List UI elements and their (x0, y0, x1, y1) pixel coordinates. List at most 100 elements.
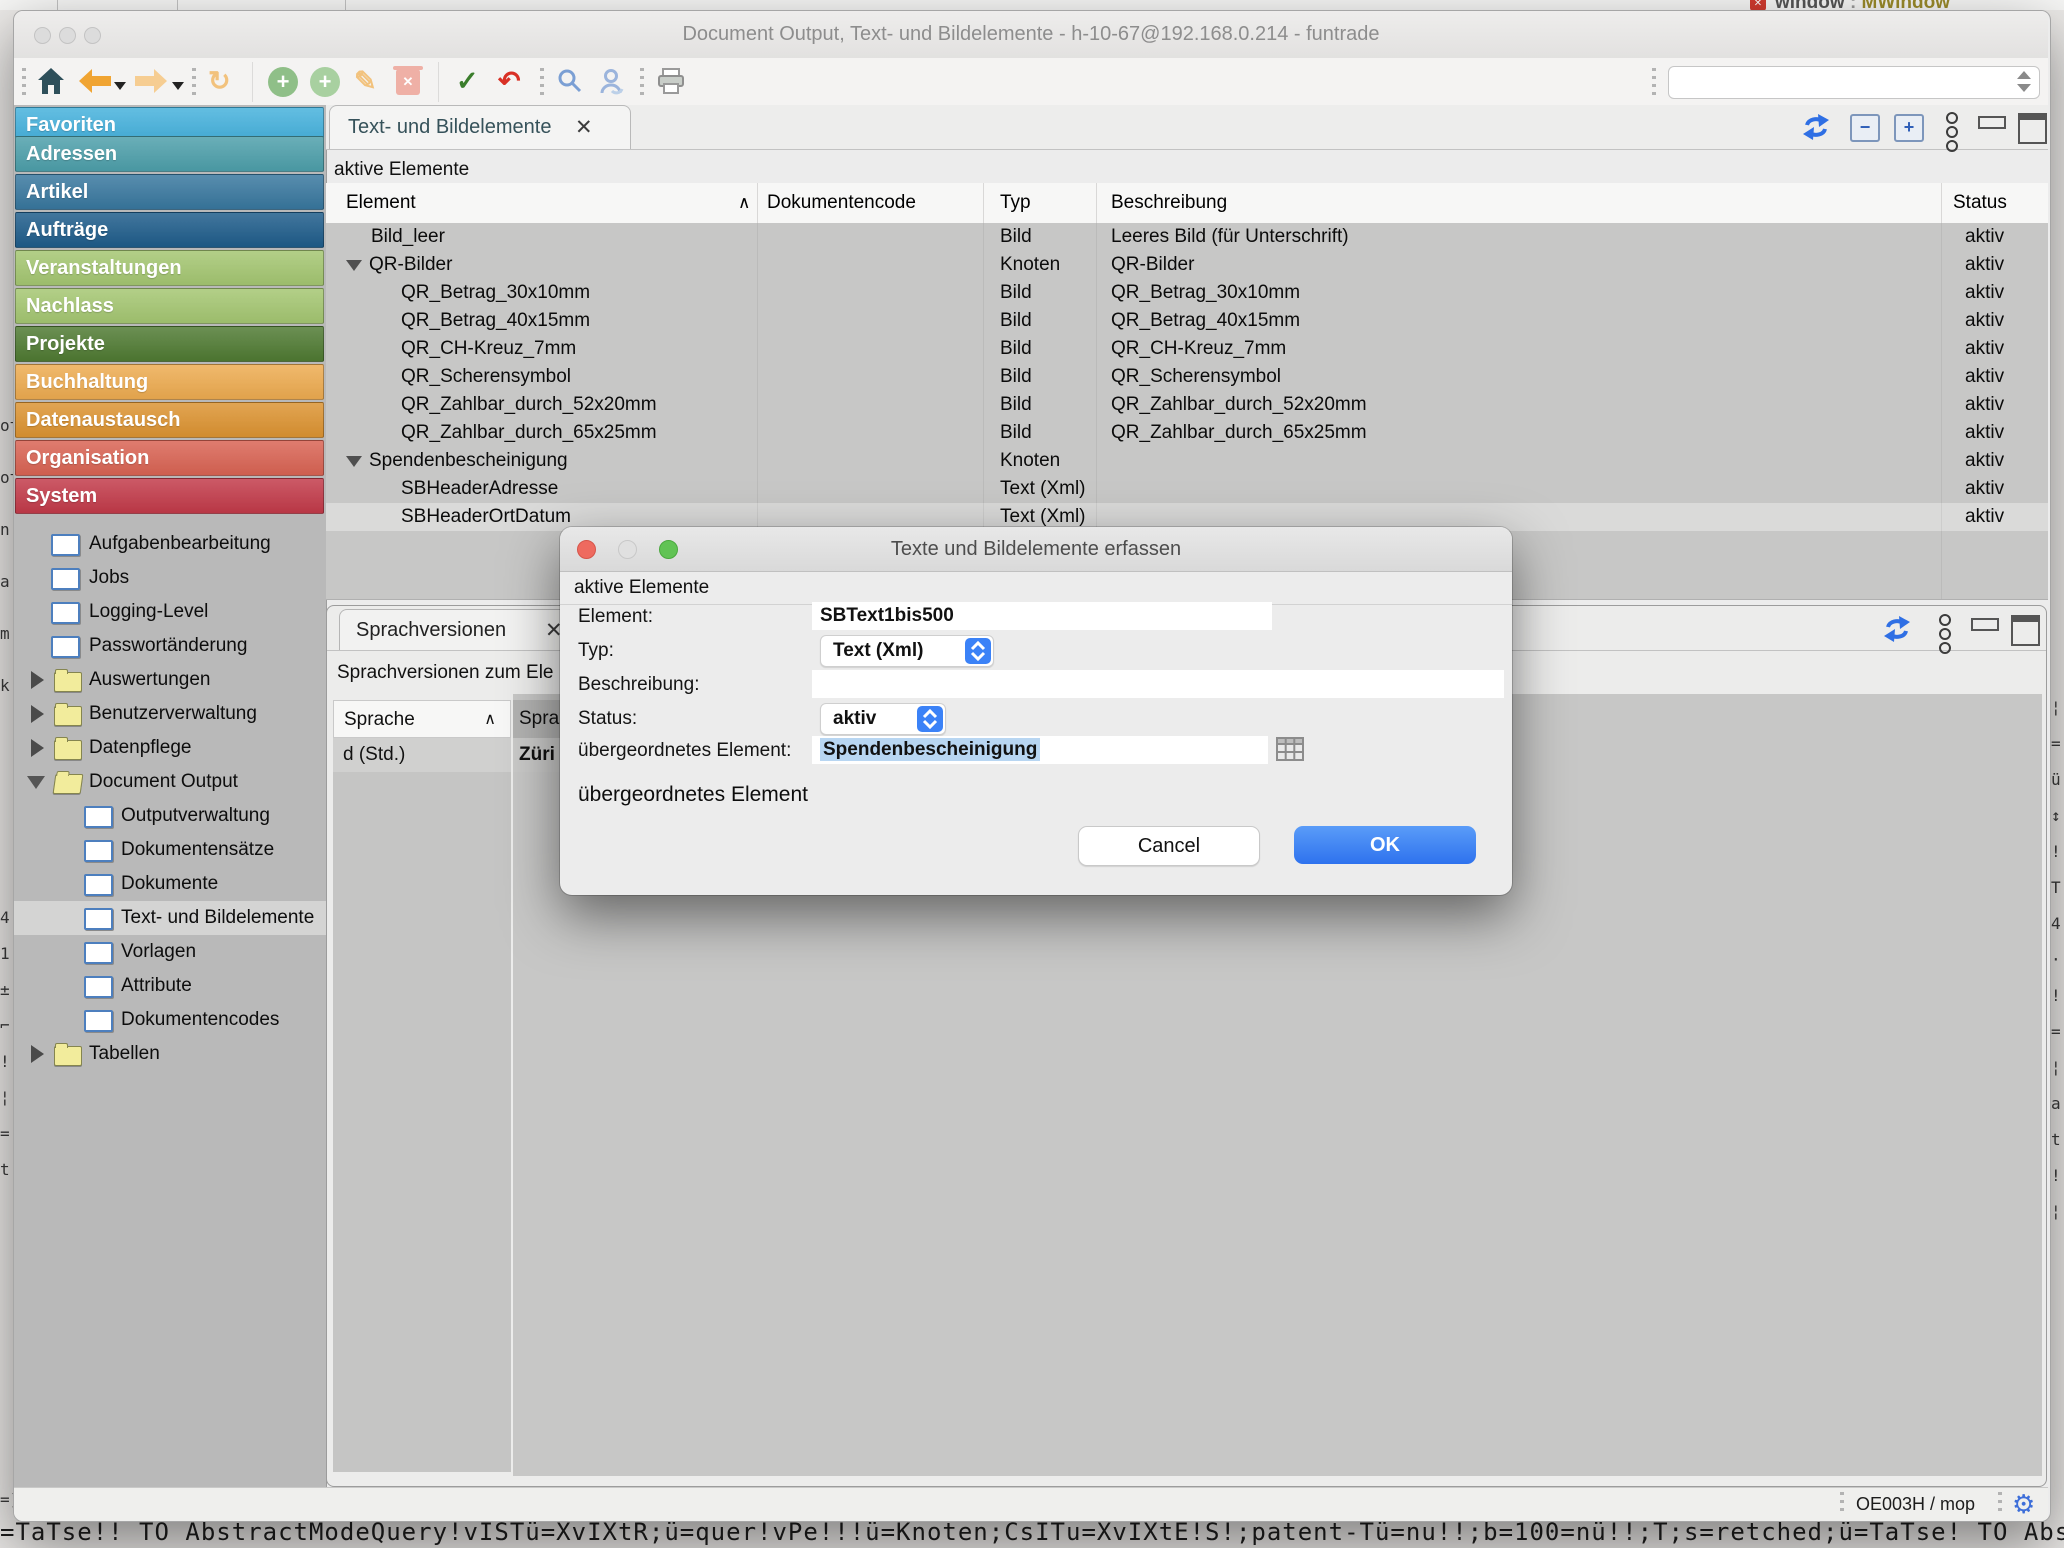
sidebar-item-system[interactable]: System (15, 478, 324, 514)
sidebar-item-auftraege[interactable]: Aufträge (15, 212, 324, 248)
toolbar-drag-handle[interactable] (192, 68, 196, 96)
quick-search-combobox[interactable] (1668, 66, 2040, 99)
column-separator[interactable] (1096, 183, 1097, 223)
sidebar-item-adressen[interactable]: Adressen (15, 136, 324, 172)
tree-item-dokumentensaetze[interactable]: Dokumentensätze (14, 833, 326, 867)
column-separator[interactable] (983, 183, 984, 223)
beschreibung-field[interactable] (812, 670, 1504, 698)
chevron-down-icon[interactable] (346, 260, 362, 271)
toolbar-drag-handle[interactable] (640, 68, 644, 96)
table-row[interactable]: QR_Betrag_30x10mm Bild QR_Betrag_30x10mm… (326, 279, 2048, 307)
column-header-typ[interactable]: Typ (1000, 183, 1031, 223)
collapse-all-icon[interactable]: − (1850, 114, 1880, 142)
toolbar-drag-handle[interactable] (22, 68, 26, 96)
table-row[interactable]: QR_CH-Kreuz_7mm Bild QR_CH-Kreuz_7mm akt… (326, 335, 2048, 363)
column-header-beschreibung[interactable]: Beschreibung (1111, 183, 1227, 223)
print-icon[interactable] (656, 67, 686, 100)
confirm-icon[interactable]: ✓ (456, 64, 479, 98)
minimize-panel-icon[interactable] (1978, 116, 2006, 129)
refresh-icon[interactable]: ↻ (208, 64, 231, 98)
back-dropdown-icon[interactable] (114, 82, 126, 90)
column-header-element[interactable]: Element (346, 183, 416, 223)
column-separator[interactable] (1941, 183, 1942, 223)
tree-item-logging-level[interactable]: Logging-Level (14, 595, 326, 629)
sidebar-item-datenaustausch[interactable]: Datenaustausch (15, 402, 324, 438)
cancel-button[interactable]: Cancel (1078, 826, 1260, 866)
tree-item-dokumentencodes[interactable]: Dokumentencodes (14, 1003, 326, 1037)
stepper-chevrons-icon[interactable] (917, 706, 943, 732)
delete-icon[interactable]: ✕ (396, 69, 420, 95)
sidebar-item-artikel[interactable]: Artikel (15, 174, 324, 210)
table-row[interactable]: Spendenbescheinigung Knoten aktiv (326, 447, 2048, 475)
tab-sprachversionen[interactable]: Sprachversionen ✕ (339, 609, 591, 651)
back-button[interactable] (78, 68, 112, 99)
toolbar-drag-handle[interactable] (1652, 68, 1656, 96)
sidebar-item-veranstaltungen[interactable]: Veranstaltungen (15, 250, 324, 286)
column-header-status[interactable]: Status (1953, 183, 2007, 223)
expand-all-icon[interactable]: + (1894, 114, 1924, 142)
minimize-panel-icon[interactable] (1971, 618, 1999, 631)
add-copy-icon[interactable]: + (310, 67, 340, 97)
chevron-down-icon[interactable] (2017, 84, 2031, 92)
stepper-chevrons-icon[interactable] (965, 638, 991, 664)
sync-icon[interactable] (1882, 616, 1912, 647)
add-icon[interactable]: + (268, 67, 298, 97)
tree-item-attribute[interactable]: Attribute (14, 969, 326, 1003)
gear-icon[interactable]: ⚙ (2012, 1488, 2035, 1520)
tab-text-und-bildelemente[interactable]: Text- und Bildelemente ✕ (329, 105, 631, 149)
table-grid-icon[interactable] (1276, 737, 1304, 767)
maximize-panel-icon[interactable] (2011, 615, 2040, 646)
tree-item-jobs[interactable]: Jobs (14, 561, 326, 595)
column-header-dokumentencode[interactable]: Dokumentencode (767, 183, 916, 223)
chevron-right-icon[interactable] (31, 671, 44, 689)
tree-item-dokumente[interactable]: Dokumente (14, 867, 326, 901)
tree-item-benutzerverwaltung[interactable]: Benutzerverwaltung (14, 697, 326, 731)
edit-icon[interactable]: ✎ (354, 64, 377, 98)
status-dropdown[interactable]: aktiv (820, 703, 946, 735)
sync-icon[interactable] (1801, 114, 1831, 145)
tree-item-outputverwaltung[interactable]: Outputverwaltung (14, 799, 326, 833)
tab-close-icon[interactable]: ✕ (575, 106, 593, 149)
kebab-menu-icon[interactable] (1946, 110, 1958, 154)
table-row[interactable]: QR_Zahlbar_durch_65x25mm Bild QR_Zahlbar… (326, 419, 2048, 447)
statusbar-drag-handle[interactable] (1998, 1492, 2002, 1516)
chevron-down-icon[interactable] (27, 776, 45, 789)
column-header-sprache[interactable]: Sprache ∧ (333, 700, 511, 738)
table-row[interactable]: QR_Betrag_40x15mm Bild QR_Betrag_40x15mm… (326, 307, 2048, 335)
sort-ascending-icon[interactable]: ∧ (738, 183, 750, 223)
kebab-menu-icon[interactable] (1939, 612, 1951, 656)
tree-item-document-output[interactable]: Document Output (14, 765, 326, 799)
statusbar-drag-handle[interactable] (1840, 1492, 1844, 1516)
titlebar[interactable]: Document Output, Text- und Bildelemente … (14, 11, 2048, 59)
typ-dropdown[interactable]: Text (Xml) (820, 635, 994, 667)
sidebar-item-organisation[interactable]: Organisation (15, 440, 324, 476)
table-row[interactable]: QR_Zahlbar_durch_52x20mm Bild QR_Zahlbar… (326, 391, 2048, 419)
chevron-up-icon[interactable] (2017, 71, 2031, 79)
undo-icon[interactable]: ↶ (498, 64, 521, 98)
sidebar-item-projekte[interactable]: Projekte (15, 326, 324, 362)
forward-dropdown-icon[interactable] (172, 82, 184, 90)
table-row[interactable]: Bild_leer Bild Leeres Bild (für Untersch… (326, 223, 2048, 251)
search-user-icon[interactable] (598, 67, 626, 100)
tree-item-text-und-bildelemente[interactable]: Text- und Bildelemente (14, 901, 326, 935)
column-separator[interactable] (757, 183, 758, 223)
tree-item-datenpflege[interactable]: Datenpflege (14, 731, 326, 765)
forward-button[interactable] (134, 68, 168, 99)
table-row[interactable]: QR-Bilder Knoten QR-Bilder aktiv (326, 251, 2048, 279)
home-icon[interactable] (36, 66, 66, 101)
chevron-down-icon[interactable] (346, 456, 362, 467)
tree-item-aufgabenbearbeitung[interactable]: Aufgabenbearbeitung (14, 527, 326, 561)
table-row[interactable]: QR_Scherensymbol Bild QR_Scherensymbol a… (326, 363, 2048, 391)
sidebar-item-nachlass[interactable]: Nachlass (15, 288, 324, 324)
chevron-right-icon[interactable] (31, 1045, 44, 1063)
parent-element-field[interactable]: Spendenbescheinigung (812, 736, 1268, 764)
language-row[interactable]: d (Std.) (333, 738, 511, 772)
tree-item-passwortaenderung[interactable]: Passwortänderung (14, 629, 326, 663)
tree-item-vorlagen[interactable]: Vorlagen (14, 935, 326, 969)
chevron-right-icon[interactable] (31, 739, 44, 757)
chevron-right-icon[interactable] (31, 705, 44, 723)
dialog-titlebar[interactable]: Texte und Bildelemente erfassen (560, 527, 1512, 572)
maximize-panel-icon[interactable] (2018, 113, 2047, 144)
tree-item-tabellen[interactable]: Tabellen (14, 1037, 326, 1071)
table-row[interactable]: SBHeaderAdresse Text (Xml) aktiv (326, 475, 2048, 503)
